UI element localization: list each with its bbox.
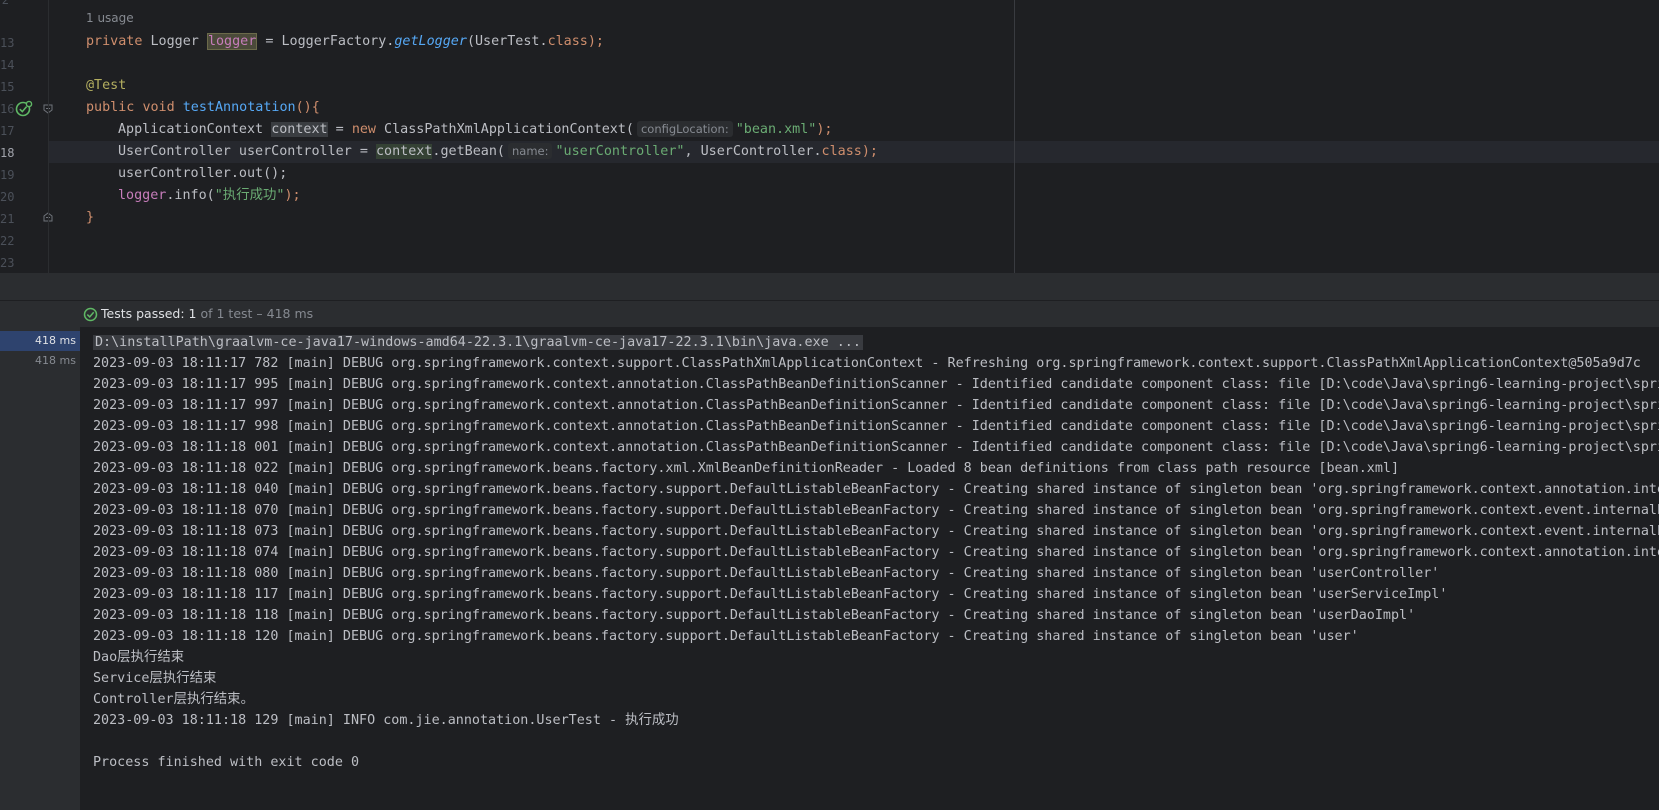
line-number: 15 [0, 80, 15, 94]
panel-splitter[interactable] [0, 273, 1659, 300]
annotation: @Test [86, 78, 127, 93]
code-text: } [86, 210, 95, 225]
code-line-16[interactable]: public void testAnnotation(){ [86, 97, 320, 119]
code-text: ); [284, 188, 301, 203]
code-line-17[interactable]: ApplicationContext context = new ClassPa… [118, 119, 832, 141]
console-line: 2023-09-03 18:11:18 040 [main] DEBUG org… [93, 482, 1659, 497]
test-results-header: Tests passed: 1 of 1 test – 418 ms [0, 301, 1659, 327]
console-line: Controller层执行结束。 [93, 692, 254, 707]
code-text: .getBean( [432, 144, 505, 159]
test-tree[interactable]: 418 ms 418 ms [0, 327, 81, 810]
code-text: ApplicationContext [118, 122, 272, 137]
code-text: UserController userController = [118, 144, 376, 159]
console-command-text[interactable]: D:\installPath\graalvm-ce-java17-windows… [93, 335, 863, 350]
console-line-command[interactable]: D:\installPath\graalvm-ce-java17-windows… [93, 332, 863, 354]
keyword: void [142, 100, 175, 115]
console-output[interactable]: D:\installPath\graalvm-ce-java17-windows… [81, 327, 1659, 810]
code-text: = [327, 122, 352, 137]
code-line-13[interactable]: private Logger logger = LoggerFactory.ge… [86, 31, 604, 53]
console-line: 2023-09-03 18:11:18 120 [main] DEBUG org… [93, 629, 1359, 644]
editor-gutter: 2 13 14 15 16 17 18 19 20 21 22 23 [0, 0, 53, 273]
line-number: 21 [0, 212, 15, 226]
code-text: (){ [295, 100, 320, 115]
console-line: 2023-09-03 18:11:18 070 [main] DEBUG org… [93, 503, 1659, 518]
line-number: 23 [0, 256, 15, 270]
code-text: ClassPathXmlApplicationContext( [376, 122, 634, 137]
method-call: getLogger [394, 34, 467, 49]
string-literal: "userController" [555, 144, 685, 159]
console-line: 2023-09-03 18:11:18 080 [main] DEBUG org… [93, 566, 1440, 581]
code-text: ); [816, 122, 833, 137]
usage-hint[interactable]: 1 usage [86, 11, 134, 25]
code-text: (UserTest. [466, 34, 548, 49]
test-duration: 418 ms [35, 354, 76, 367]
console-line: 2023-09-03 18:11:17 997 [main] DEBUG org… [93, 398, 1659, 413]
console-line: 2023-09-03 18:11:18 117 [main] DEBUG org… [93, 587, 1448, 602]
keyword: class [547, 34, 588, 49]
code-line-19[interactable]: userController.out(); [118, 163, 287, 185]
keyword: class [821, 144, 862, 159]
tests-passed-count: 1 [188, 306, 197, 321]
tests-passed-label: Tests passed: [101, 306, 185, 321]
parameter-hint: configLocation: [636, 121, 733, 137]
string-literal: "bean.xml" [735, 122, 817, 137]
test-duration: 418 ms [35, 334, 76, 347]
test-passed-run-icon[interactable] [15, 100, 33, 118]
test-tree-row[interactable]: 418 ms [0, 351, 80, 371]
tests-passed-summary: Tests passed: 1 of 1 test – 418 ms [101, 306, 313, 321]
test-tree-row-selected[interactable]: 418 ms [0, 331, 80, 351]
console-line: 2023-09-03 18:11:18 001 [main] DEBUG org… [93, 440, 1659, 455]
variable-context: context [271, 122, 328, 137]
console-line: 2023-09-03 18:11:17 995 [main] DEBUG org… [93, 377, 1659, 392]
code-line-20[interactable]: logger.info("执行成功"); [118, 185, 301, 207]
console-line: Dao层执行结束 [93, 650, 185, 665]
console-line: 2023-09-03 18:11:18 022 [main] DEBUG org… [93, 461, 1400, 476]
code-line-15[interactable]: @Test [86, 75, 126, 97]
field-logger: logger [118, 188, 167, 203]
console-line: 2023-09-03 18:11:18 074 [main] DEBUG org… [93, 545, 1659, 560]
keyword: private [86, 34, 143, 49]
parameter-hint: name: [507, 143, 553, 159]
code-line-21[interactable]: } [86, 207, 94, 229]
console-line: 2023-09-03 18:11:18 129 [main] INFO com.… [93, 713, 679, 728]
check-circle-icon [83, 307, 98, 322]
string-literal: "执行成功" [214, 188, 285, 203]
line-number: 13 [0, 36, 15, 50]
line-number: 17 [0, 124, 15, 138]
code-text: ); [861, 144, 878, 159]
line-number: 22 [0, 234, 15, 248]
right-margin-guide [1014, 0, 1015, 273]
field-logger: logger [206, 33, 258, 50]
variable-context: context [375, 144, 433, 159]
code-text: ); [587, 34, 604, 49]
code-text: , UserController. [684, 144, 822, 159]
console-line: 2023-09-03 18:11:17 998 [main] DEBUG org… [93, 419, 1659, 434]
line-number: 16 [0, 102, 15, 116]
console-line: Service层执行结束 [93, 671, 217, 686]
console-line: 2023-09-03 18:11:17 782 [main] DEBUG org… [93, 356, 1641, 371]
line-number: 20 [0, 190, 15, 204]
line-number: 14 [0, 58, 15, 72]
console-line-exit: Process finished with exit code 0 [93, 755, 360, 770]
code-text: = LoggerFactory. [257, 34, 395, 49]
tests-passed-detail: of 1 test – 418 ms [200, 306, 314, 321]
code-line-18[interactable]: UserController userController = context.… [118, 141, 878, 163]
method-name: testAnnotation [182, 100, 296, 115]
code-text: userController.out(); [118, 166, 288, 181]
console-line: 2023-09-03 18:11:18 073 [main] DEBUG org… [93, 524, 1659, 539]
line-number: 2 [1, 0, 9, 7]
gutter-separator [48, 0, 49, 273]
code-editor[interactable]: 2 13 14 15 16 17 18 19 20 21 22 23 1 usa… [0, 0, 1659, 273]
keyword: public [86, 100, 135, 115]
type-name: Logger [150, 34, 199, 49]
keyword: new [351, 122, 376, 137]
line-number-current: 18 [0, 146, 15, 160]
console-line: 2023-09-03 18:11:18 118 [main] DEBUG org… [93, 608, 1416, 623]
line-number: 19 [0, 168, 15, 182]
code-text: .info( [166, 188, 215, 203]
